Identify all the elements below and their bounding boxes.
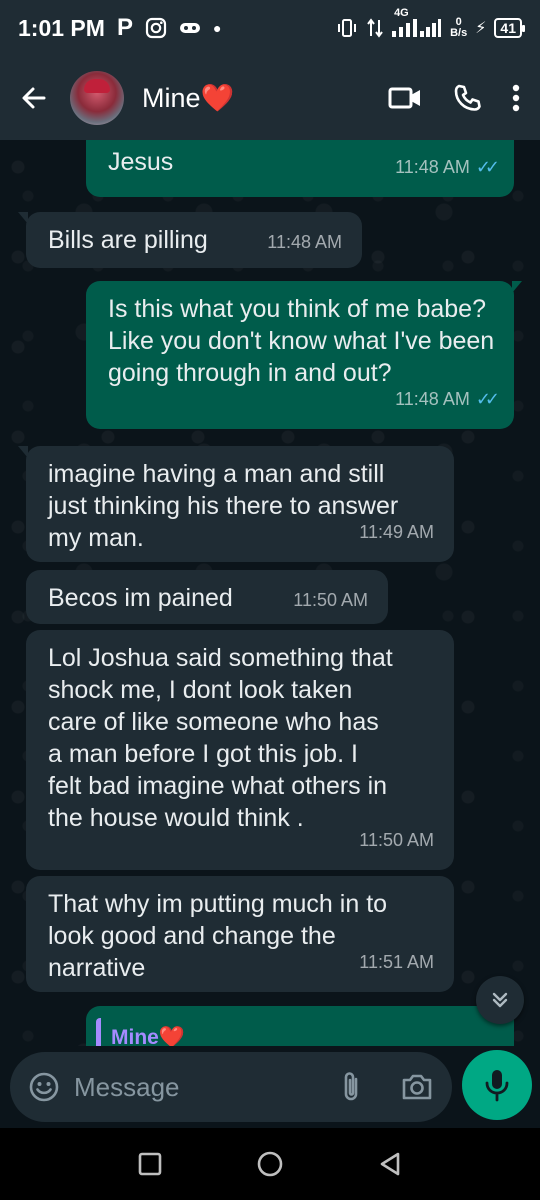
vibrate-icon (338, 19, 357, 37)
nav-triangle-icon[interactable] (377, 1151, 403, 1177)
video-call-icon[interactable] (388, 85, 422, 111)
mic-button[interactable] (462, 1050, 532, 1120)
more-vert-icon[interactable] (512, 84, 520, 112)
double-check-icon: ✓✓ (475, 157, 500, 177)
chat-header: Mine❤️ (0, 56, 540, 140)
back-button[interactable] (14, 78, 54, 118)
message-text: Bills are pilling (48, 226, 208, 254)
outgoing-reply-bubble[interactable]: Mine❤️ (86, 1006, 514, 1046)
message-bubble-incoming[interactable]: Bills are pilling 11:48 AM (18, 212, 362, 268)
message-input-container[interactable]: Message (10, 1052, 452, 1122)
message-bubble-incoming[interactable]: Lol Joshua said something that shock me,… (26, 630, 454, 870)
message-text: imagine having a man and still just thin… (48, 460, 399, 552)
quoted-sender: Mine❤️ (111, 1026, 185, 1046)
scroll-to-bottom-button[interactable] (476, 976, 524, 1024)
message-bubble-outgoing[interactable]: Jesus 11:48 AM ✓✓ (86, 140, 514, 197)
message-time: 11:48 AM (395, 389, 470, 409)
message-time: 11:51 AM (359, 952, 434, 972)
chat-area[interactable]: Jesus 11:48 AM ✓✓ Bills are pilling 11:48… (0, 140, 540, 1046)
net-speed-unit: B/s (450, 27, 468, 39)
message-bubble-incoming[interactable]: Becos im pained 11:50 AM (26, 570, 388, 624)
p-app-icon: P (116, 14, 133, 41)
quoted-message[interactable]: Mine❤️ (96, 1018, 514, 1046)
message-time: 11:48 AM (267, 232, 342, 252)
battery-icon: 41 (494, 18, 525, 38)
gamepad-icon (179, 23, 200, 33)
message-time: 11:50 AM (359, 830, 434, 850)
phone-icon[interactable] (452, 83, 482, 113)
composer: Message (0, 1046, 540, 1128)
message-bubble-incoming[interactable]: That why im putting much in to look good… (26, 876, 454, 992)
nav-square-icon[interactable] (137, 1151, 163, 1177)
mic-icon (485, 1070, 509, 1102)
message-text: Lol Joshua said something that shock me,… (48, 644, 393, 832)
message-text: Is this what you think of me babe? Like … (108, 295, 495, 387)
status-time: 1:01 PM (18, 14, 105, 41)
network-type: 4G (394, 7, 409, 19)
message-time: 11:50 AM (293, 590, 368, 610)
message-time: 11:48 AM (395, 157, 470, 177)
message-time: 11:49 AM (359, 522, 434, 542)
message-bubble-incoming[interactable]: imagine having a man and still just thin… (18, 446, 454, 562)
message-text: Becos im pained (48, 584, 233, 612)
message-bubble-outgoing[interactable]: Is this what you think of me babe? Like … (86, 281, 522, 429)
data-transfer-icon (367, 18, 383, 38)
attach-icon[interactable] (340, 1070, 362, 1104)
chevrons-down-icon (492, 992, 508, 1008)
notification-dot-icon: ● (212, 20, 222, 36)
status-bar: 1:01 PM P ● 4G 0 B/s ⚡ 41 (0, 0, 540, 56)
message-text: Jesus (108, 148, 174, 176)
contact-name[interactable]: Mine❤️ (142, 82, 234, 114)
message-input[interactable]: Message (74, 1072, 180, 1103)
system-nav-bar (0, 1128, 540, 1200)
instagram-icon (145, 17, 167, 39)
double-check-icon: ✓✓ (475, 389, 500, 409)
emoji-icon[interactable] (28, 1071, 60, 1103)
nav-circle-icon[interactable] (256, 1150, 284, 1178)
signal-icon (392, 19, 418, 37)
charging-icon: ⚡ (475, 20, 487, 37)
camera-icon[interactable] (400, 1072, 434, 1102)
back-arrow-icon (22, 87, 46, 109)
contact-avatar[interactable] (70, 71, 124, 125)
signal-icon-2 (420, 19, 442, 37)
